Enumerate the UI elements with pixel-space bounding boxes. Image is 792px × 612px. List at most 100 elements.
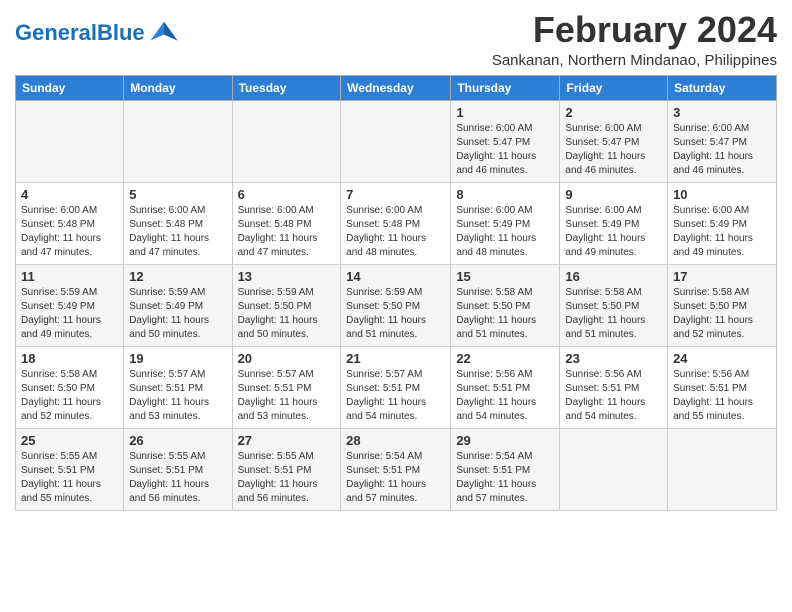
day-info: Sunrise: 5:59 AMSunset: 5:49 PMDaylight:…: [21, 286, 118, 342]
month-title: February 2024: [492, 10, 777, 50]
day-info: Sunrise: 6:00 AMSunset: 5:49 PMDaylight:…: [673, 204, 771, 260]
day-info: Sunrise: 5:57 AMSunset: 5:51 PMDaylight:…: [346, 368, 445, 424]
calendar-cell: 28 Sunrise: 5:54 AMSunset: 5:51 PMDayligh…: [341, 428, 451, 510]
calendar-cell: [560, 428, 668, 510]
calendar-cell: 24 Sunrise: 5:56 AMSunset: 5:51 PMDayligh…: [668, 346, 777, 428]
calendar-cell: 21 Sunrise: 5:57 AMSunset: 5:51 PMDayligh…: [341, 346, 451, 428]
day-number: 10: [673, 187, 771, 202]
calendar-cell: 7 Sunrise: 6:00 AMSunset: 5:48 PMDaylight…: [341, 182, 451, 264]
day-number: 17: [673, 269, 771, 284]
calendar-cell: 22 Sunrise: 5:56 AMSunset: 5:51 PMDayligh…: [451, 346, 560, 428]
day-number: 22: [456, 351, 554, 366]
day-info: Sunrise: 5:54 AMSunset: 5:51 PMDaylight:…: [346, 450, 445, 506]
calendar-cell: 27 Sunrise: 5:55 AMSunset: 5:51 PMDayligh…: [232, 428, 341, 510]
week-row-5: 25 Sunrise: 5:55 AMSunset: 5:51 PMDayligh…: [16, 428, 777, 510]
calendar-cell: 1Sunrise: 6:00 AMSunset: 5:47 PMDaylight…: [451, 100, 560, 182]
day-number: 9: [565, 187, 662, 202]
calendar-cell: 16 Sunrise: 5:58 AMSunset: 5:50 PMDayligh…: [560, 264, 668, 346]
day-number: 12: [129, 269, 226, 284]
calendar-cell: 25 Sunrise: 5:55 AMSunset: 5:51 PMDayligh…: [16, 428, 124, 510]
day-info: Sunrise: 5:56 AMSunset: 5:51 PMDaylight:…: [565, 368, 662, 424]
day-number: 29: [456, 433, 554, 448]
calendar-cell: 14 Sunrise: 5:59 AMSunset: 5:50 PMDayligh…: [341, 264, 451, 346]
week-row-4: 18 Sunrise: 5:58 AMSunset: 5:50 PMDayligh…: [16, 346, 777, 428]
day-number: 20: [238, 351, 336, 366]
day-info: Sunrise: 5:56 AMSunset: 5:51 PMDaylight:…: [456, 368, 554, 424]
day-info: Sunrise: 5:54 AMSunset: 5:51 PMDaylight:…: [456, 450, 554, 506]
day-info: Sunrise: 6:00 AMSunset: 5:48 PMDaylight:…: [21, 204, 118, 260]
calendar-cell: [668, 428, 777, 510]
calendar-cell: 26Sunrise: 5:55 AMSunset: 5:51 PMDayligh…: [124, 428, 232, 510]
day-info: Sunrise: 5:55 AMSunset: 5:51 PMDaylight:…: [238, 450, 336, 506]
day-number: 25: [21, 433, 118, 448]
location-subtitle: Sankanan, Northern Mindanao, Philippines: [492, 52, 777, 69]
day-info: Sunrise: 5:59 AMSunset: 5:50 PMDaylight:…: [346, 286, 445, 342]
day-info: Sunrise: 6:00 AMSunset: 5:47 PMDaylight:…: [565, 122, 662, 178]
calendar-cell: 29 Sunrise: 5:54 AMSunset: 5:51 PMDayligh…: [451, 428, 560, 510]
day-number: 8: [456, 187, 554, 202]
day-number: 21: [346, 351, 445, 366]
day-info: Sunrise: 5:59 AMSunset: 5:50 PMDaylight:…: [238, 286, 336, 342]
day-info: Sunrise: 6:00 AMSunset: 5:49 PMDaylight:…: [456, 204, 554, 260]
week-row-1: 1 Sunrise: 6:00 AMSunset: 5:47 PMDaylight…: [16, 100, 777, 182]
calendar-cell: 17 Sunrise: 5:58 AMSunset: 5:50 PMDayligh…: [668, 264, 777, 346]
day-number: 15: [456, 269, 554, 284]
calendar-cell: [341, 100, 451, 182]
day-number: 3: [673, 105, 771, 120]
day-number: 11: [21, 269, 118, 284]
col-header-friday: Friday: [560, 75, 668, 100]
week-row-3: 11 Sunrise: 5:59 AMSunset: 5:49 PMDayligh…: [16, 264, 777, 346]
calendar-cell: [232, 100, 341, 182]
col-header-tuesday: Tuesday: [232, 75, 341, 100]
day-number: 2: [565, 105, 662, 120]
day-number: 1: [456, 105, 554, 120]
calendar-cell: 19 Sunrise: 5:57 AMSunset: 5:51 PMDayligh…: [124, 346, 232, 428]
day-number: 18: [21, 351, 118, 366]
day-info: Sunrise: 5:57 AMSunset: 5:51 PMDaylight:…: [238, 368, 336, 424]
calendar-cell: 18 Sunrise: 5:58 AMSunset: 5:50 PMDayligh…: [16, 346, 124, 428]
calendar-cell: 13 Sunrise: 5:59 AMSunset: 5:50 PMDayligh…: [232, 264, 341, 346]
day-number: 16: [565, 269, 662, 284]
day-info: Sunrise: 5:58 AMSunset: 5:50 PMDaylight:…: [565, 286, 662, 342]
day-number: 13: [238, 269, 336, 284]
day-info: Sunrise: 6:00 AMSunset: 5:48 PMDaylight:…: [346, 204, 445, 260]
day-number: 14: [346, 269, 445, 284]
logo-text: GeneralBlue: [15, 22, 145, 44]
week-row-2: 4 Sunrise: 6:00 AMSunset: 5:48 PMDaylight…: [16, 182, 777, 264]
col-header-thursday: Thursday: [451, 75, 560, 100]
title-block: February 2024 Sankanan, Northern Mindana…: [492, 10, 777, 69]
calendar-cell: 20 Sunrise: 5:57 AMSunset: 5:51 PMDayligh…: [232, 346, 341, 428]
logo-bird-icon: [149, 18, 179, 48]
calendar-cell: 10 Sunrise: 6:00 AMSunset: 5:49 PMDayligh…: [668, 182, 777, 264]
calendar-cell: 9Sunrise: 6:00 AMSunset: 5:49 PMDaylight…: [560, 182, 668, 264]
day-number: 24: [673, 351, 771, 366]
day-info: Sunrise: 6:00 AMSunset: 5:48 PMDaylight:…: [238, 204, 336, 260]
logo: GeneralBlue: [15, 18, 179, 48]
day-info: Sunrise: 5:58 AMSunset: 5:50 PMDaylight:…: [21, 368, 118, 424]
col-header-sunday: Sunday: [16, 75, 124, 100]
calendar-header-row: SundayMondayTuesdayWednesdayThursdayFrid…: [16, 75, 777, 100]
day-number: 27: [238, 433, 336, 448]
calendar-cell: 3Sunrise: 6:00 AMSunset: 5:47 PMDaylight…: [668, 100, 777, 182]
day-number: 7: [346, 187, 445, 202]
col-header-monday: Monday: [124, 75, 232, 100]
day-info: Sunrise: 5:55 AMSunset: 5:51 PMDaylight:…: [21, 450, 118, 506]
calendar-cell: 6Sunrise: 6:00 AMSunset: 5:48 PMDaylight…: [232, 182, 341, 264]
day-number: 28: [346, 433, 445, 448]
day-info: Sunrise: 5:58 AMSunset: 5:50 PMDaylight:…: [673, 286, 771, 342]
calendar: SundayMondayTuesdayWednesdayThursdayFrid…: [15, 75, 777, 511]
calendar-cell: 11 Sunrise: 5:59 AMSunset: 5:49 PMDayligh…: [16, 264, 124, 346]
day-info: Sunrise: 5:55 AMSunset: 5:51 PMDaylight:…: [129, 450, 226, 506]
calendar-cell: 12Sunrise: 5:59 AMSunset: 5:49 PMDayligh…: [124, 264, 232, 346]
day-number: 4: [21, 187, 118, 202]
calendar-cell: 4 Sunrise: 6:00 AMSunset: 5:48 PMDaylight…: [16, 182, 124, 264]
header: GeneralBlue February 2024 Sankanan, Nort…: [15, 10, 777, 69]
calendar-cell: 23 Sunrise: 5:56 AMSunset: 5:51 PMDayligh…: [560, 346, 668, 428]
day-info: Sunrise: 5:56 AMSunset: 5:51 PMDaylight:…: [673, 368, 771, 424]
day-number: 23: [565, 351, 662, 366]
calendar-cell: 15Sunrise: 5:58 AMSunset: 5:50 PMDayligh…: [451, 264, 560, 346]
day-info: Sunrise: 5:57 AMSunset: 5:51 PMDaylight:…: [129, 368, 226, 424]
day-number: 19: [129, 351, 226, 366]
calendar-cell: [16, 100, 124, 182]
calendar-cell: [124, 100, 232, 182]
